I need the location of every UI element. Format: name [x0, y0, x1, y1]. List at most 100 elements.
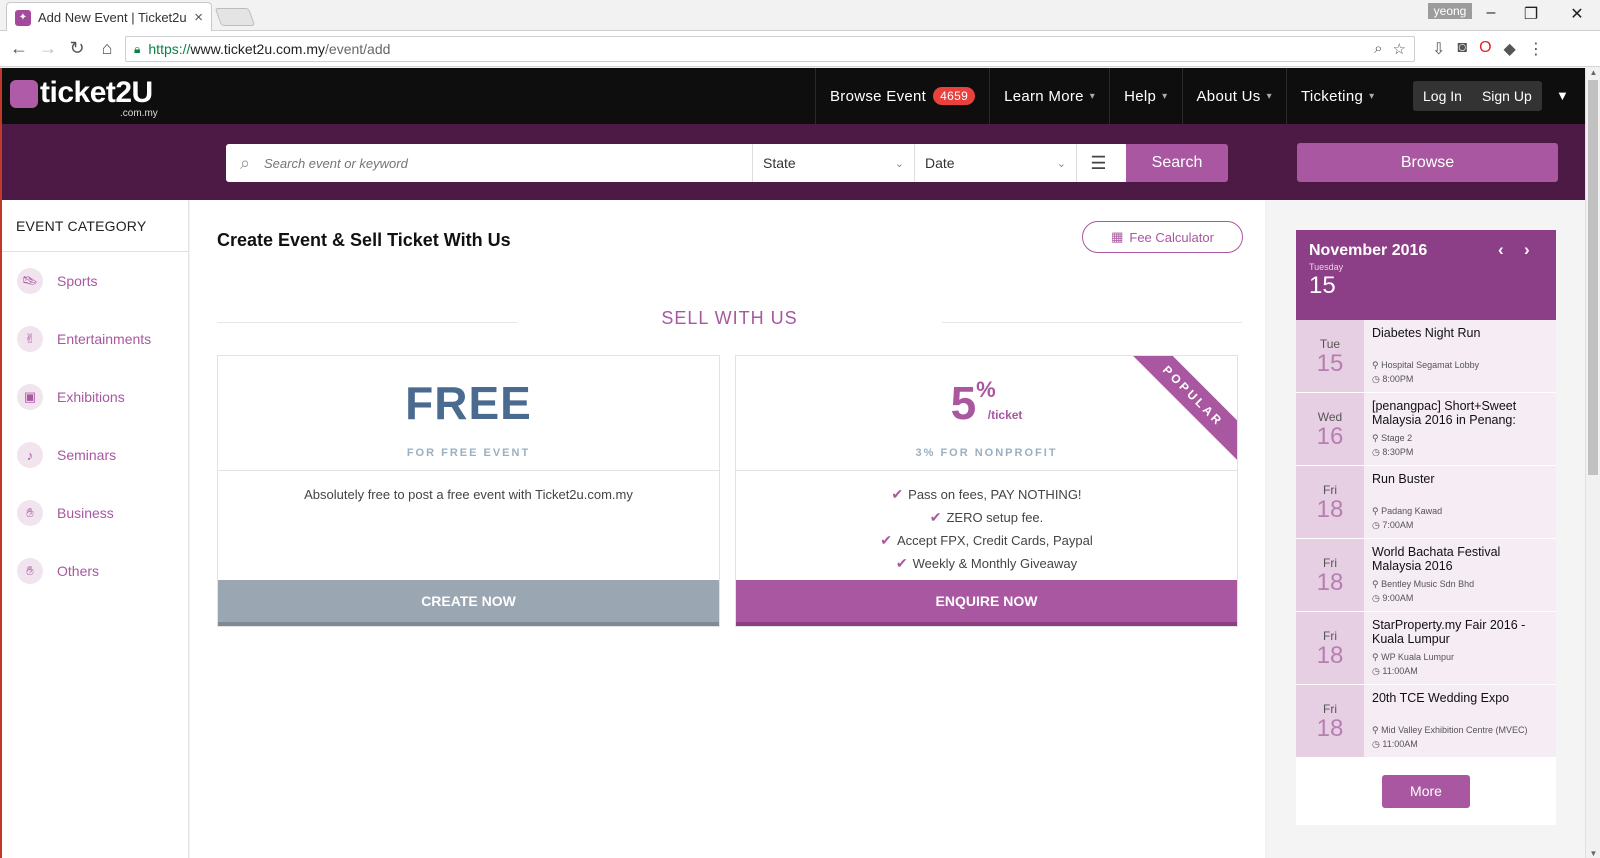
event-dow: Wed — [1317, 410, 1343, 424]
plan-price: FREE — [405, 377, 532, 429]
chevron-down-icon: ▾ — [1369, 90, 1375, 102]
camera-icon[interactable]: ◙ — [1457, 39, 1467, 59]
clock-icon: ◷ — [1372, 593, 1383, 603]
sidebar-item-label: Seminars — [57, 447, 117, 463]
address-bar: ← → ↻ ⌂ 🔒︎ https://www.ticket2u.com.my/e… — [0, 31, 1600, 67]
event-dow: Fri — [1323, 702, 1337, 716]
extension-download-icon[interactable]: ⇩ — [1432, 39, 1445, 59]
chevron-right-icon[interactable]: › — [1524, 240, 1530, 260]
date-select[interactable]: Date ⌄ — [914, 144, 1076, 182]
event-name: Diabetes Night Run — [1372, 326, 1481, 340]
plan-features: ✔ Pass on fees, PAY NOTHING! ✔ ZERO setup … — [736, 471, 1237, 583]
rock-hand-icon: ✌︎ — [17, 326, 43, 352]
fee-calculator-label: Fee Calculator — [1129, 229, 1214, 245]
logo-text: ticket2U — [40, 76, 153, 109]
sidebar-item-seminars[interactable]: ♪ Seminars — [0, 426, 188, 484]
event-venue-text: Stage 2 — [1381, 433, 1413, 443]
chevron-down-icon: ▾ — [1266, 90, 1272, 102]
create-now-button[interactable]: CREATE NOW — [218, 580, 719, 626]
event-venue: ⚲ Stage 2 — [1372, 433, 1412, 444]
event-venue: ⚲ Mid Valley Exhibition Centre (MVEC) — [1372, 725, 1527, 736]
minimize-icon[interactable]: – — [1476, 4, 1506, 22]
right-column: November 2016 Tuesday 15 ‹ › Tue 15 Diab… — [1266, 200, 1585, 858]
event-calendar: November 2016 Tuesday 15 ‹ › Tue 15 Diab… — [1296, 230, 1556, 825]
caret-down-icon[interactable]: ▼ — [1556, 88, 1569, 103]
event-info: Diabetes Night Run ⚲ Hospital Segamat Lo… — [1364, 320, 1556, 392]
event-venue-text: Mid Valley Exhibition Centre (MVEC) — [1381, 725, 1528, 735]
close-window-icon[interactable]: ✕ — [1562, 4, 1592, 24]
scroll-down-icon[interactable]: ▼ — [1586, 849, 1600, 858]
logo-subtext: .com.my — [120, 108, 158, 119]
event-time: ◷ 8:00PM — [1372, 374, 1413, 385]
forward-icon[interactable]: → — [37, 38, 59, 59]
calendar-event[interactable]: Tue 15 Diabetes Night Run ⚲ Hospital Seg… — [1296, 320, 1556, 393]
more-events-button[interactable]: More — [1382, 775, 1470, 808]
url-input[interactable]: 🔒︎ https://www.ticket2u.com.my/event/add… — [125, 36, 1415, 62]
signup-link[interactable]: Sign Up — [1472, 88, 1542, 104]
calendar-event[interactable]: Wed 16 [penangpac] Short+Sweet Malaysia … — [1296, 393, 1556, 466]
event-venue: ⚲ Hospital Segamat Lobby — [1372, 360, 1479, 371]
search-input[interactable] — [264, 155, 752, 171]
nav-learn-more[interactable]: Learn More ▾ — [989, 68, 1109, 124]
paid-plan-card: 5%/ticket 3% FOR NONPROFIT ✔ Pass on fees… — [735, 355, 1238, 627]
event-day: 15 — [1316, 350, 1344, 377]
event-venue-text: Bentley Music Sdn Bhd — [1381, 579, 1475, 589]
profile-badge[interactable]: yeong — [1428, 3, 1472, 19]
category-sidebar: EVENT CATEGORY 👟︎ Sports ✌︎ Entertainmen… — [0, 200, 189, 858]
calendar-event[interactable]: Fri 18 20th TCE Wedding Expo ⚲ Mid Valle… — [1296, 685, 1556, 758]
browser-tab[interactable]: ✦ Add New Event | Ticket2u × — [6, 2, 212, 32]
sidebar-item-exhibitions[interactable]: ▣ Exhibitions — [0, 368, 188, 426]
nav-ticketing[interactable]: Ticketing ▾ — [1285, 68, 1389, 124]
nav-browse-event[interactable]: Browse Event 4659 — [815, 68, 989, 124]
sidebar-item-sports[interactable]: 👟︎ Sports — [0, 252, 188, 310]
scrollbar-thumb[interactable] — [1588, 80, 1598, 475]
plan-features: Absolutely free to post a free event wit… — [218, 471, 719, 583]
sidebar-title: EVENT CATEGORY — [0, 200, 188, 252]
new-tab-button[interactable] — [214, 8, 256, 26]
opera-icon[interactable]: O — [1479, 39, 1491, 59]
sidebar-item-label: Others — [57, 563, 100, 579]
sidebar-item-label: Exhibitions — [57, 389, 125, 405]
hand-icon: ✋︎ — [17, 558, 43, 584]
page-scrollbar[interactable]: ▲ ▼ — [1585, 68, 1600, 858]
clock-icon: ◷ — [1372, 374, 1383, 384]
filter-sliders-icon[interactable]: ☰ — [1076, 144, 1120, 182]
sidebar-item-entertainments[interactable]: ✌︎ Entertainments — [0, 310, 188, 368]
menu-kebab-icon[interactable]: ⋮ — [1528, 39, 1544, 59]
search-button[interactable]: Search — [1126, 144, 1228, 182]
nav-ticketing-label: Ticketing — [1300, 87, 1364, 105]
nav-about-us[interactable]: About Us ▾ — [1181, 68, 1286, 124]
scroll-up-icon[interactable]: ▲ — [1586, 68, 1600, 77]
home-icon[interactable]: ⌂ — [96, 38, 118, 59]
tab-close-icon[interactable]: × — [194, 9, 203, 26]
event-name: Run Buster — [1372, 472, 1435, 486]
sidebar-item-others[interactable]: ✋︎ Others — [0, 542, 188, 600]
nav-help[interactable]: Help ▾ — [1109, 68, 1181, 124]
tab-title: Add New Event | Ticket2u — [38, 10, 187, 25]
enquire-now-button[interactable]: ENQUIRE NOW — [736, 580, 1237, 626]
calendar-footer: More — [1296, 758, 1556, 825]
chevron-down-icon: ▾ — [1162, 90, 1168, 102]
reload-icon[interactable]: ↻ — [66, 38, 88, 59]
event-name: World Bachata Festival Malaysia 2016 — [1372, 545, 1501, 573]
chevron-down-icon: ⌄ — [894, 157, 904, 170]
calendar-event[interactable]: Fri 18 StarProperty.my Fair 2016 - Kuala… — [1296, 612, 1556, 685]
fee-calculator-button[interactable]: ▦ Fee Calculator — [1082, 221, 1243, 253]
back-icon[interactable]: ← — [8, 38, 30, 59]
calendar-event[interactable]: Fri 18 Run Buster ⚲ Padang Kawad ◷ 7:00A… — [1296, 466, 1556, 539]
main-nav: Browse Event 4659 Learn More ▾ Help ▾ Abou… — [815, 68, 1388, 124]
sidebar-item-business[interactable]: ✋︎ Business — [0, 484, 188, 542]
extension-icon[interactable]: ◆ — [1504, 39, 1516, 59]
chevron-left-icon[interactable]: ‹ — [1498, 240, 1504, 260]
state-select[interactable]: State ⌄ — [752, 144, 914, 182]
restore-icon[interactable]: ❐ — [1516, 4, 1546, 24]
event-day: 18 — [1316, 715, 1344, 742]
shoe-icon: 👟︎ — [17, 268, 43, 294]
zoom-icon[interactable]: ⌕ — [1374, 40, 1382, 58]
browse-button[interactable]: Browse — [1297, 143, 1558, 182]
login-link[interactable]: Log In — [1413, 88, 1472, 104]
calendar-event[interactable]: Fri 18 World Bachata Festival Malaysia 2… — [1296, 539, 1556, 612]
ticket2u-logo[interactable]: ticket2U .com.my — [10, 76, 165, 119]
sell-with-us-heading: SELL WITH US — [661, 308, 798, 328]
bookmark-star-icon[interactable]: ☆ — [1393, 40, 1406, 58]
